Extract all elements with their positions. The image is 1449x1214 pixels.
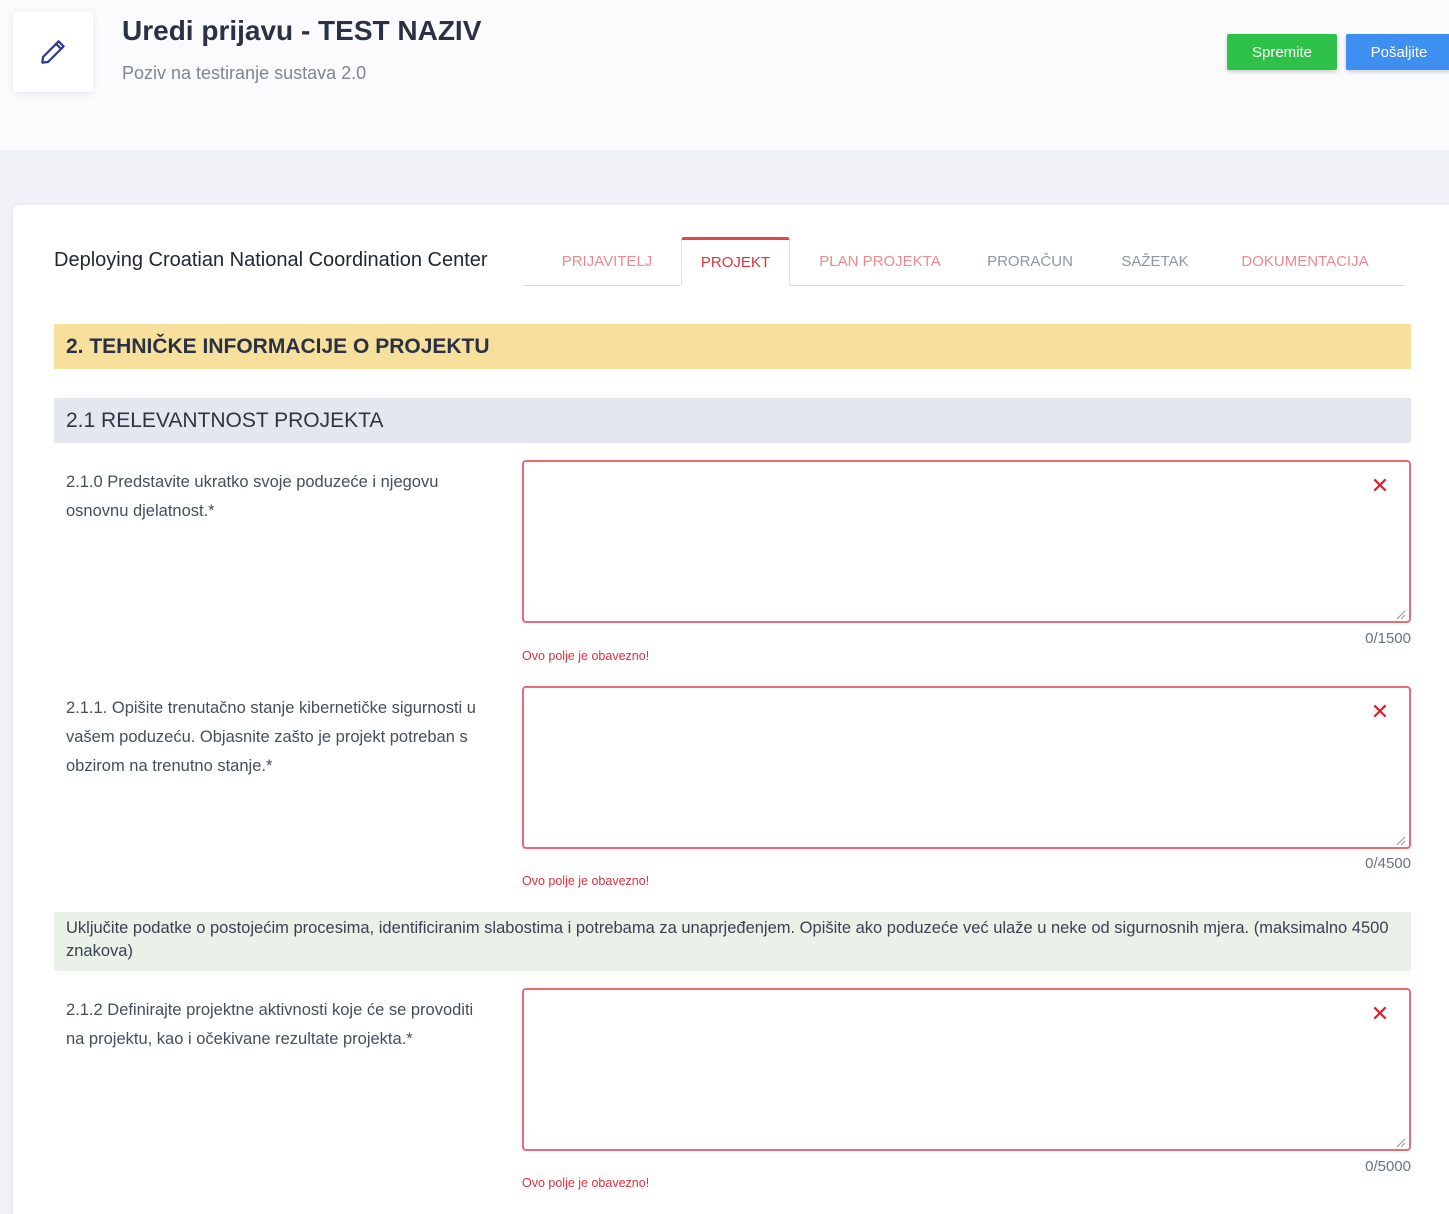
section-title: 2. TEHNIČKE INFORMACIJE O PROJEKTU: [54, 324, 1411, 369]
subsection-title: 2.1 RELEVANTNOST PROJEKTA: [54, 398, 1411, 443]
tab-bar: PRIJAVITELJ PROJEKT PLAN PROJEKTA PRORAČ…: [523, 237, 1405, 286]
close-icon[interactable]: ✕: [1369, 1003, 1391, 1025]
validation-error: Ovo polje je obavezno!: [522, 1176, 650, 1190]
hint-box: Uključite podatke o postojećim procesima…: [54, 912, 1411, 971]
save-button[interactable]: Spremite: [1227, 34, 1337, 70]
validation-error: Ovo polje je obavezno!: [522, 874, 650, 888]
resize-handle-icon[interactable]: [1394, 608, 1406, 620]
question-label: 2.1.1. Opišite trenutačno stanje kiberne…: [66, 699, 476, 775]
page-subtitle: Poziv na testiranje sustava 2.0: [122, 63, 367, 83]
tab-projekt[interactable]: PROJEKT: [681, 237, 790, 286]
project-name: Deploying Croatian National Coordination…: [54, 249, 488, 271]
tab-plan-projekta[interactable]: PLAN PROJEKTA: [800, 237, 960, 285]
validation-error: Ovo polje je obavezno!: [522, 649, 650, 663]
pencil-icon: [41, 40, 65, 64]
answer-textarea[interactable]: [522, 686, 1411, 849]
application-form-card: Deploying Croatian National Coordination…: [13, 205, 1449, 1214]
character-counter: 0/4500: [1365, 855, 1411, 872]
question-label: 2.1.0 Predstavite ukratko svoje poduzeće…: [66, 473, 439, 520]
tab-dokumentacija[interactable]: DOKUMENTACIJA: [1220, 237, 1390, 285]
tab-proracun[interactable]: PRORAČUN: [960, 237, 1100, 285]
answer-textarea[interactable]: [522, 460, 1411, 623]
close-icon[interactable]: ✕: [1369, 475, 1391, 497]
question-label: 2.1.2 Definirajte projektne aktivnosti k…: [66, 1001, 474, 1048]
edit-badge: [13, 12, 93, 92]
tab-prijavitelj[interactable]: PRIJAVITELJ: [523, 237, 691, 285]
character-counter: 0/5000: [1365, 1158, 1411, 1175]
character-counter: 0/1500: [1365, 630, 1411, 647]
send-button[interactable]: Pošaljite: [1346, 34, 1449, 70]
close-icon[interactable]: ✕: [1369, 701, 1391, 723]
answer-textarea[interactable]: [522, 988, 1411, 1151]
page-header: Uredi prijavu - TEST NAZIV Poziv na test…: [0, 0, 1449, 150]
resize-handle-icon[interactable]: [1394, 1136, 1406, 1148]
tab-sazetak[interactable]: SAŽETAK: [1100, 237, 1210, 285]
page-title: Uredi prijavu - TEST NAZIV: [122, 15, 482, 46]
resize-handle-icon[interactable]: [1394, 834, 1406, 846]
